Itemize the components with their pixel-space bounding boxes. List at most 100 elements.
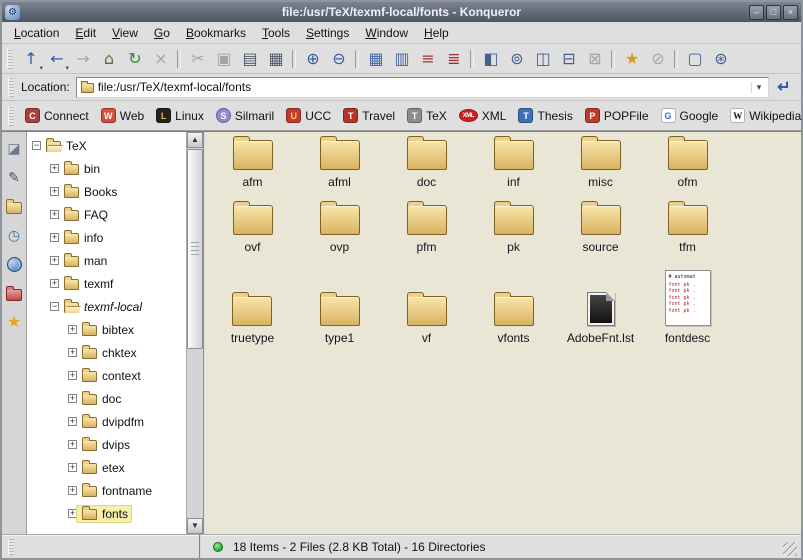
tree-expander-icon[interactable] xyxy=(68,371,77,380)
menu-item[interactable]: Edit xyxy=(67,23,104,43)
file-item[interactable]: vfonts xyxy=(494,296,534,345)
file-item[interactable]: pfm xyxy=(407,205,447,254)
zoom-out-button[interactable]: ⊖ ▾ xyxy=(326,46,352,72)
sidebar-home-button[interactable] xyxy=(4,196,24,216)
cut-button[interactable]: ✂ ▾ xyxy=(185,46,211,72)
tree-row-content[interactable]: info xyxy=(59,230,106,246)
split-view-left-right-button[interactable]: ◫ ▾ xyxy=(530,46,556,72)
scrollbar-thumb[interactable] xyxy=(187,149,203,349)
tree-item[interactable]: context xyxy=(27,364,186,387)
tree-item[interactable]: fontname xyxy=(27,479,186,502)
back-button[interactable]: ← ▾ xyxy=(44,46,70,72)
bookmark-popfile[interactable]: P POPFile xyxy=(579,106,655,125)
sidebar-history-button[interactable]: ◷ xyxy=(4,225,24,245)
file-item[interactable]: AdobeFnt.lst xyxy=(567,292,634,345)
tree-expander-icon[interactable] xyxy=(68,417,77,426)
file-item[interactable]: # automatfont pk .font pk .font pk .font… xyxy=(665,270,711,345)
resize-grip[interactable] xyxy=(783,542,797,556)
tree-row-content[interactable]: bin xyxy=(59,161,103,177)
tree-row-content[interactable]: dvips xyxy=(77,437,133,453)
minimize-button[interactable]: – xyxy=(749,5,764,20)
bookmark-thesis[interactable]: T Thesis xyxy=(512,106,578,125)
text-view-button[interactable]: ≣ ▾ xyxy=(441,46,467,72)
zoom-in-button[interactable]: ⊕ ▾ xyxy=(300,46,326,72)
file-item[interactable]: afml xyxy=(320,140,360,189)
reload-button[interactable]: ↻ ▾ xyxy=(122,46,148,72)
tree-expander-icon[interactable] xyxy=(68,509,77,518)
tree-expander-icon[interactable] xyxy=(32,141,41,150)
tree-expander-icon[interactable] xyxy=(68,325,77,334)
tree-item[interactable]: bibtex xyxy=(27,318,186,341)
location-combobox[interactable]: ▾ xyxy=(76,77,769,98)
tree-item[interactable]: bin xyxy=(27,157,186,180)
go-button[interactable]: ↵ xyxy=(771,75,797,99)
forward-button[interactable]: → ▾ xyxy=(70,46,96,72)
file-item[interactable]: ovp xyxy=(320,205,360,254)
konqueror-app-icon[interactable]: ⚙ xyxy=(5,5,20,20)
file-item[interactable]: source xyxy=(581,205,621,254)
tree-row-content[interactable]: chktex xyxy=(77,345,140,361)
tree-item[interactable]: man xyxy=(27,249,186,272)
bookmark-linux[interactable]: L Linux xyxy=(150,106,210,125)
file-item[interactable]: ovf xyxy=(233,205,273,254)
bookmark-google[interactable]: G Google xyxy=(655,106,725,125)
sidebar-config-button[interactable]: ◪ xyxy=(4,138,24,158)
menu-item[interactable]: Help xyxy=(416,23,457,43)
tree-expander-icon[interactable] xyxy=(50,210,59,219)
tree-item[interactable]: fonts xyxy=(27,502,186,525)
security-button[interactable]: ⊘ ▾ xyxy=(645,46,671,72)
tree-row-content[interactable]: context xyxy=(77,368,144,384)
tree-row-content[interactable]: etex xyxy=(77,460,128,476)
bookmark-travel[interactable]: T Travel xyxy=(337,106,401,125)
up-button[interactable]: ↑ ▾ xyxy=(18,46,44,72)
scroll-down-button[interactable]: ▼ xyxy=(187,518,203,534)
tree-row-content[interactable]: bibtex xyxy=(77,322,137,338)
new-window-button[interactable]: ▢ ▾ xyxy=(682,46,708,72)
file-item[interactable]: type1 xyxy=(320,296,360,345)
bookmark-ucc[interactable]: U UCC xyxy=(280,106,337,125)
location-dropdown-button[interactable]: ▾ xyxy=(751,82,766,93)
tree-row-content[interactable]: TeX xyxy=(41,138,90,154)
tree-scrollbar[interactable]: ▲ ▼ xyxy=(186,132,203,534)
close-button[interactable]: × xyxy=(783,5,798,20)
menu-item[interactable]: Window xyxy=(357,23,416,43)
menu-item[interactable]: Bookmarks xyxy=(178,23,254,43)
print-button[interactable]: ▦ ▾ xyxy=(263,46,289,72)
file-item[interactable]: afm xyxy=(233,140,273,189)
tree-item[interactable]: info xyxy=(27,226,186,249)
titlebar[interactable]: ⚙ file:/usr/TeX/texmf-local/fonts - Konq… xyxy=(2,2,801,22)
detailed-list-view-button[interactable]: ≡ ▾ xyxy=(415,46,441,72)
file-item[interactable]: tfm xyxy=(668,205,708,254)
tree-expander-icon[interactable] xyxy=(68,486,77,495)
tree-row-content[interactable]: fonts xyxy=(77,506,131,522)
sidebar-annotate-button[interactable]: ✎ xyxy=(4,167,24,187)
tree-item[interactable]: doc xyxy=(27,387,186,410)
bookmark-web[interactable]: W Web xyxy=(95,106,150,125)
sidebar-network-button[interactable] xyxy=(4,254,24,274)
tree-expander-icon[interactable] xyxy=(50,256,59,265)
file-item[interactable]: doc xyxy=(407,140,447,189)
file-item[interactable]: ofm xyxy=(668,140,708,189)
tree-expander-icon[interactable] xyxy=(50,233,59,242)
tree-row-content[interactable]: man xyxy=(59,253,110,269)
menu-item[interactable]: Tools xyxy=(254,23,298,43)
remove-active-view-button[interactable]: ⊠ ▾ xyxy=(582,46,608,72)
tree-expander-icon[interactable] xyxy=(68,440,77,449)
tree-expander-icon[interactable] xyxy=(68,348,77,357)
location-toolbar-handle[interactable] xyxy=(8,77,14,97)
menu-item[interactable]: View xyxy=(104,23,146,43)
tree-row-content[interactable]: doc xyxy=(77,391,124,407)
statusbar-handle[interactable] xyxy=(8,539,14,555)
tree-expander-icon[interactable] xyxy=(68,394,77,403)
scroll-up-button[interactable]: ▲ xyxy=(187,132,203,148)
file-item[interactable]: misc xyxy=(581,140,621,189)
bookmark-xml[interactable]: XML XML xyxy=(453,107,513,125)
tree-item[interactable]: FAQ xyxy=(27,203,186,226)
icon-view-button[interactable]: ▦ ▾ xyxy=(363,46,389,72)
multicolumn-view-button[interactable]: ▥ ▾ xyxy=(389,46,415,72)
tree-row-content[interactable]: FAQ xyxy=(59,207,111,223)
tree-row-content[interactable]: Books xyxy=(59,184,120,200)
tree-item[interactable]: TeX xyxy=(27,134,186,157)
bookmark-connect[interactable]: C Connect xyxy=(19,106,95,125)
tree-row-content[interactable]: texmf-local xyxy=(59,299,145,315)
